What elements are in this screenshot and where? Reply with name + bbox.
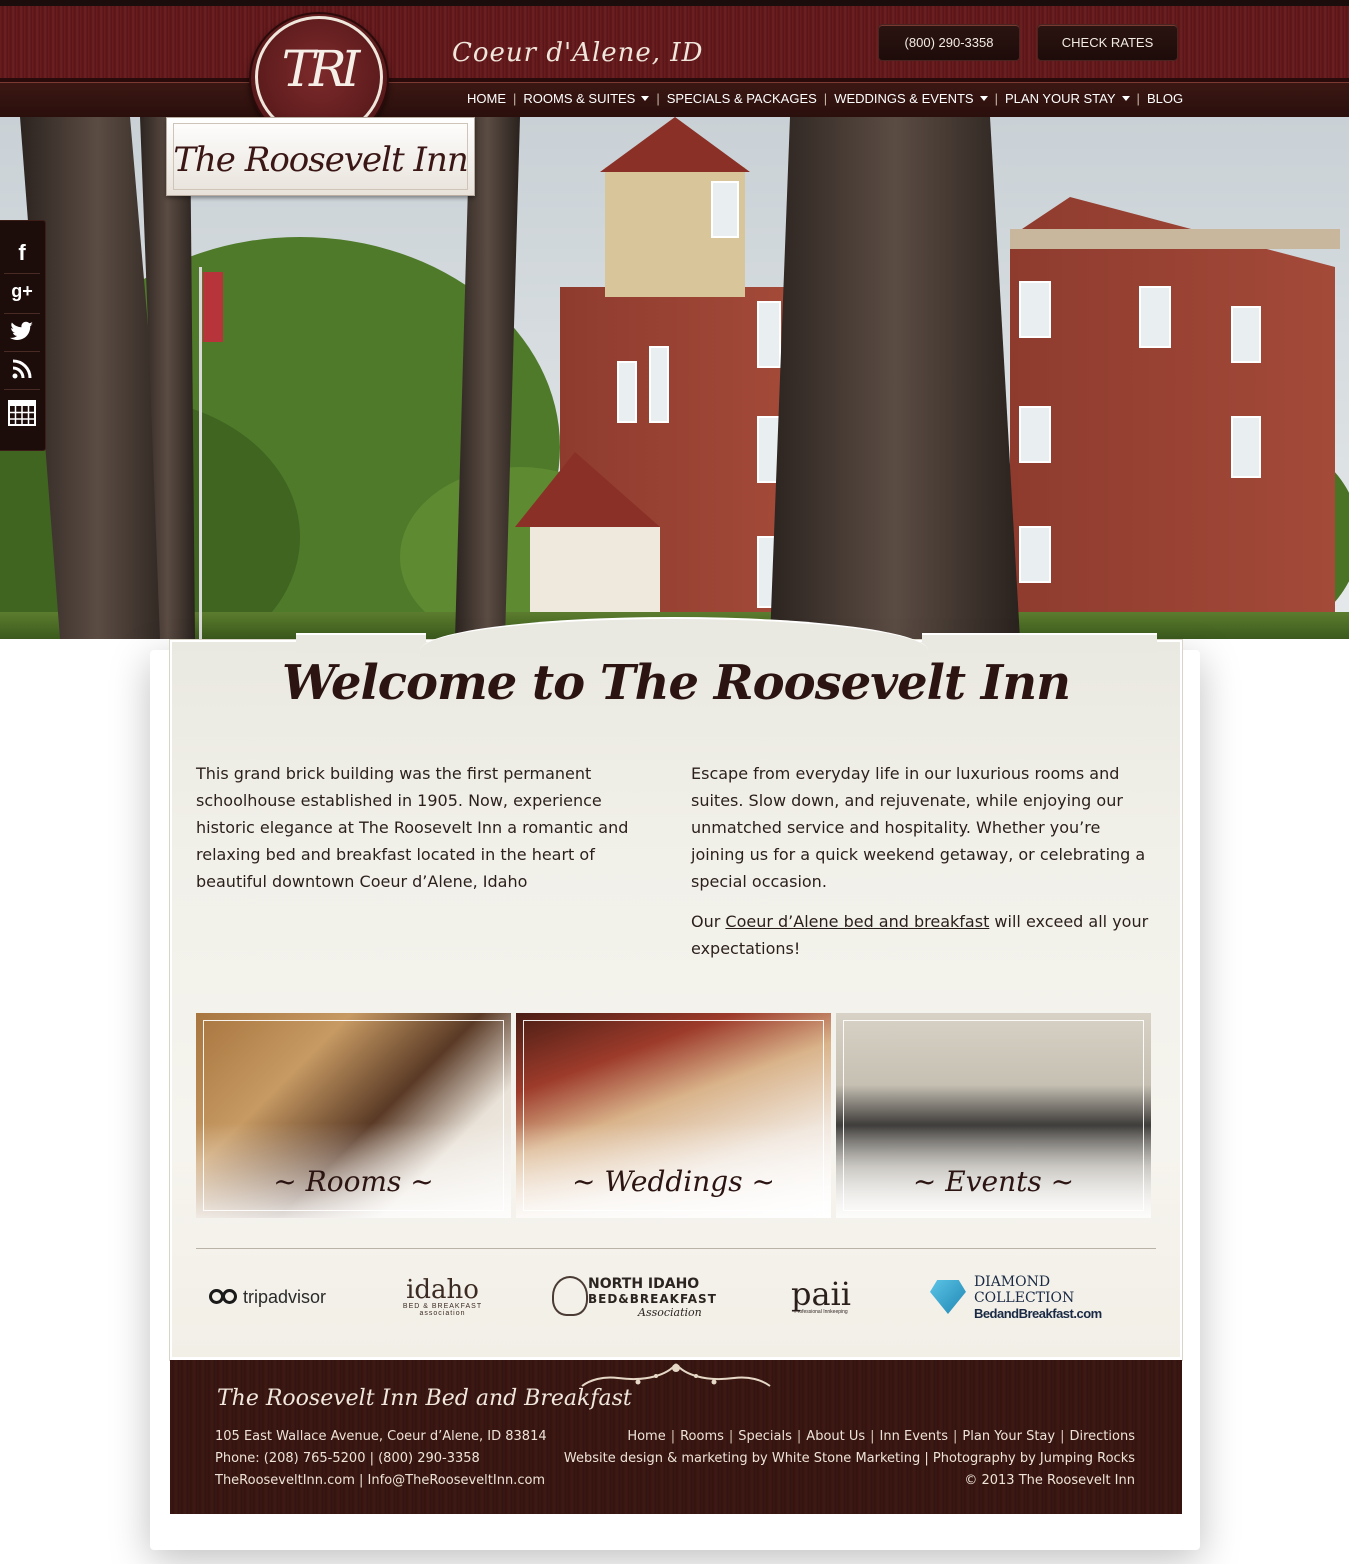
weddings-tile-label: ~ Weddings ~	[572, 1165, 775, 1198]
footer-title: The Roosevelt Inn Bed and Breakfast	[217, 1386, 632, 1411]
nav-home-label: HOME	[467, 91, 506, 106]
content-panel	[169, 639, 1183, 1361]
location-tagline: Coeur d'Alene, ID	[452, 38, 704, 68]
nav-plan-your-stay[interactable]: PLAN YOUR STAY	[998, 91, 1137, 106]
nib-line-1: NORTH IDAHO	[588, 1275, 700, 1292]
diamond-collection-logo[interactable]: DIAMOND COLLECTION BedandBreakfast.com	[930, 1270, 1145, 1324]
paii-subtext: Professional Innkeeping	[794, 1309, 848, 1315]
diamond-icon	[930, 1280, 966, 1314]
panel-step-left	[296, 633, 426, 653]
intro-right-text-2: Our Coeur d’Alene bed and breakfast will…	[691, 908, 1149, 962]
paii-text: paii	[790, 1275, 852, 1313]
chevron-down-icon	[979, 96, 988, 101]
footer-address: 105 East Wallace Avenue, Coeur d’Alene, …	[215, 1429, 547, 1444]
diamond-text: DIAMOND COLLECTION BedandBreakfast.com	[974, 1274, 1145, 1321]
north-idaho-bnb-logo[interactable]: NORTH IDAHO BED&BREAKFAST Association	[548, 1270, 716, 1324]
welcome-heading: Welcome to The Roosevelt Inn	[281, 655, 1071, 711]
bnb-link[interactable]: Coeur d’Alene bed and breakfast	[725, 912, 989, 931]
rss-icon[interactable]	[4, 351, 40, 387]
intro-right-text: Escape from everyday life in our luxurio…	[691, 764, 1146, 891]
google-plus-icon[interactable]: g+	[4, 273, 40, 309]
logo-name: The Roosevelt Inn	[173, 140, 469, 180]
logo-monogram: TRI	[281, 40, 361, 98]
footer-link-plan[interactable]: Plan Your Stay	[962, 1429, 1055, 1444]
footer-link-specials[interactable]: Specials	[738, 1429, 792, 1444]
intro-prefix: Our	[691, 912, 726, 931]
footer-link-directions[interactable]: Directions	[1069, 1429, 1135, 1444]
footer-copyright: © 2013 The Roosevelt Inn	[964, 1473, 1135, 1488]
footer-link-separator: |	[870, 1429, 875, 1444]
footer-credits[interactable]: Website design & marketing by White Ston…	[564, 1448, 1135, 1470]
footer-link-separator: |	[728, 1429, 734, 1444]
main-nav: HOME | ROOMS & SUITES | SPECIALS & PACKA…	[460, 91, 1190, 106]
nav-weddings-events[interactable]: WEDDINGS & EVENTS	[827, 91, 994, 106]
tripadvisor-owl-icon	[208, 1288, 239, 1306]
footer-right: Home | Rooms | Specials | About Us | Inn Events |…	[564, 1426, 1135, 1492]
footer-link-separator: |	[796, 1429, 802, 1444]
chevron-down-icon	[641, 96, 650, 101]
intro-left: This grand brick building was the first …	[196, 760, 654, 895]
diamond-line-2: BedandBreakfast.com	[973, 1305, 1102, 1321]
paii-logo[interactable]: paii Professional Innkeeping	[786, 1270, 856, 1324]
intro-left-text: This grand brick building was the first …	[196, 764, 629, 891]
events-tile[interactable]: ~ Events ~	[836, 1013, 1151, 1218]
nav-rooms-suites[interactable]: ROOMS & SUITES	[516, 91, 656, 106]
social-divider	[4, 389, 40, 390]
intro-right: Escape from everyday life in our luxurio…	[691, 760, 1149, 962]
nav-specials-label: SPECIALS & PACKAGES	[666, 91, 817, 106]
section-divider	[196, 1248, 1156, 1249]
diamond-line-1: DIAMOND COLLECTION	[973, 1273, 1075, 1306]
footer-link-home[interactable]: Home	[627, 1429, 665, 1444]
idaho-logo-subtext: BED & BREAKFAST	[402, 1303, 483, 1310]
footer-link-separator: |	[670, 1429, 676, 1444]
nav-blog-label: BLOG	[1146, 91, 1184, 106]
twitter-icon[interactable]	[4, 313, 40, 349]
footer-contact: 105 East Wallace Avenue, Coeur d’Alene, …	[215, 1426, 547, 1492]
check-rates-button[interactable]: CHECK RATES	[1037, 24, 1178, 61]
tripadvisor-logo[interactable]: tripadvisor	[200, 1270, 335, 1324]
footer-link-separator: |	[953, 1429, 958, 1444]
footer-web-email[interactable]: TheRooseveltInn.com | Info@TheRooseveltI…	[215, 1470, 547, 1492]
idaho-bnb-association-logo[interactable]: idaho BED & BREAKFAST association	[400, 1270, 485, 1324]
teapot-icon	[552, 1276, 588, 1316]
events-tile-label: ~ Events ~	[912, 1165, 1075, 1198]
footer-link-inn-events[interactable]: Inn Events	[880, 1429, 948, 1444]
nav-rooms-label: ROOMS & SUITES	[523, 91, 636, 106]
rooms-tile-label: ~ Rooms ~	[273, 1165, 434, 1198]
rooms-tile[interactable]: ~ Rooms ~	[196, 1013, 511, 1218]
weddings-tile[interactable]: ~ Weddings ~	[516, 1013, 831, 1218]
nav-specials[interactable]: SPECIALS & PACKAGES	[660, 91, 824, 106]
nav-weddings-label: WEDDINGS & EVENTS	[834, 91, 974, 106]
nav-home[interactable]: HOME	[460, 91, 513, 106]
nib-line-2: BED&BREAKFAST	[588, 1291, 717, 1306]
idaho-logo-subtext-2: association	[419, 1310, 466, 1317]
footer-link-separator: |	[1060, 1429, 1065, 1444]
footer-link-about[interactable]: About Us	[806, 1429, 865, 1444]
nav-plan-label: PLAN YOUR STAY	[1005, 91, 1116, 106]
phone-button[interactable]: (800) 290-3358	[878, 24, 1020, 61]
footer-phone: Phone: (208) 765-5200 | (800) 290-3358	[215, 1451, 480, 1466]
panel-step-right	[922, 633, 1157, 653]
chevron-down-icon	[1121, 96, 1130, 101]
social-sidebar: f g+	[0, 220, 46, 451]
logo-plate[interactable]: The Roosevelt Inn	[166, 117, 475, 196]
nav-blog[interactable]: BLOG	[1140, 91, 1190, 106]
footer-link-rooms[interactable]: Rooms	[680, 1429, 724, 1444]
nib-line-3: Association	[638, 1305, 702, 1319]
calendar-icon[interactable]	[4, 395, 40, 431]
footer-links: Home | Rooms | Specials | About Us | Inn Events |…	[564, 1426, 1135, 1448]
tripadvisor-text: tripadvisor	[242, 1286, 327, 1307]
facebook-icon[interactable]: f	[4, 235, 40, 271]
idaho-logo-text: idaho	[406, 1275, 479, 1305]
